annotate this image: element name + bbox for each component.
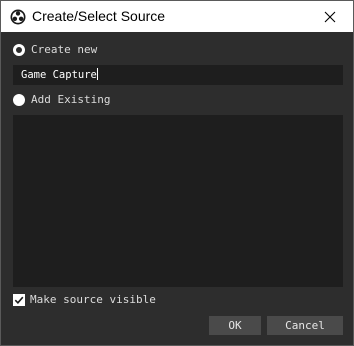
text-caret [96,68,98,80]
existing-sources-list[interactable] [13,115,343,287]
title-bar: Create/Select Source [1,1,353,32]
cancel-button[interactable]: Cancel [267,316,343,335]
make-visible-label: Make source visible [30,293,156,306]
create-new-radio[interactable] [13,44,25,56]
create-new-radio-option[interactable]: Create new [13,43,97,57]
checkmark-icon [14,296,24,304]
source-name-value: Game Capture [21,69,97,81]
make-visible-option[interactable]: Make source visible [13,293,156,307]
close-button[interactable] [307,1,353,32]
add-existing-label: Add Existing [31,93,111,106]
add-existing-radio[interactable] [13,94,25,106]
dialog-title: Create/Select Source [32,8,166,24]
add-existing-radio-option[interactable]: Add Existing [13,93,110,107]
make-visible-checkbox[interactable] [13,294,25,306]
ok-button[interactable]: OK [209,316,261,335]
create-new-label: Create new [31,43,98,56]
close-icon [324,11,336,22]
source-name-input[interactable]: Game Capture [13,65,343,85]
create-select-source-dialog: Create/Select Source Create new Game Cap… [0,0,354,346]
obs-logo-icon [10,9,26,25]
